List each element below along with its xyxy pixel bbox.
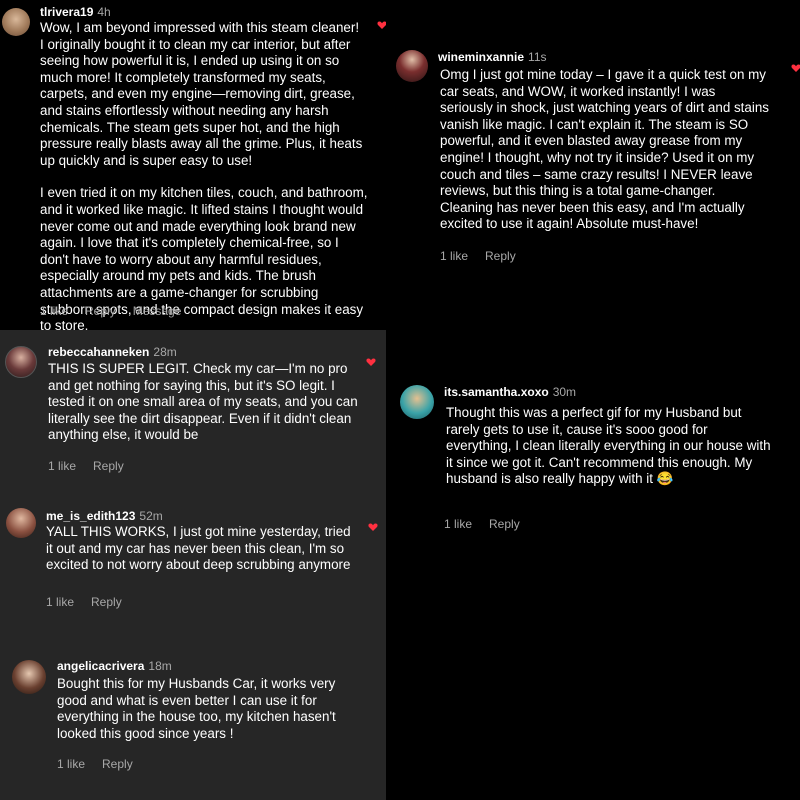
comment-text: THIS IS SUPER LEGIT. Check my car—I'm no… [48, 361, 360, 444]
avatar[interactable] [5, 346, 37, 378]
avatar[interactable] [396, 50, 428, 82]
avatar[interactable] [400, 385, 434, 419]
comment-time: 18m [148, 659, 172, 673]
comment-wineminxannie: wineminxannie 11s Omg I just got mine tod… [386, 0, 800, 330]
comment-author[interactable]: rebeccahanneken 28m [48, 345, 177, 359]
heart-icon[interactable] [366, 357, 376, 367]
comment-text: Bought this for my Husbands Car, it work… [57, 676, 357, 742]
comment-paragraph: YALL THIS WORKS, I just got mine yesterd… [46, 524, 351, 573]
comment-actions: 1 like Reply Message [40, 304, 198, 318]
reply-button[interactable]: Reply [91, 595, 122, 609]
comment-time: 52m [139, 509, 163, 523]
likes-count[interactable]: 1 like [40, 304, 68, 318]
reply-button[interactable]: Reply [489, 517, 520, 531]
reply-button[interactable]: Reply [485, 249, 516, 263]
comment-actions: 1 like Reply [440, 249, 533, 263]
comment-actions: 1 like Reply [46, 595, 139, 609]
comment-time: 11s [528, 50, 547, 64]
comment-actions: 1 like Reply [444, 517, 537, 531]
comment-author[interactable]: angelicacrivera 18m [57, 659, 172, 673]
comment-time: 30m [552, 385, 577, 399]
comment-text: Omg I just got mine today – I gave it a … [440, 67, 770, 233]
comment-tlrivera19: tlrivera19 4h Wow, I am beyond impressed … [0, 0, 386, 330]
likes-count[interactable]: 1 like [48, 459, 76, 473]
comment-text: Wow, I am beyond impressed with this ste… [40, 20, 370, 330]
avatar[interactable] [6, 508, 36, 538]
comment-paragraph: Thought this was a perfect gif for my Hu… [446, 405, 771, 487]
avatar[interactable] [12, 660, 46, 694]
heart-icon[interactable] [368, 522, 378, 532]
comment-angelicacrivera: angelicacrivera 18m Bought this for my Hu… [0, 622, 386, 800]
comment-author[interactable]: wineminxannie 11s [438, 50, 547, 64]
comment-paragraph: Wow, I am beyond impressed with this ste… [40, 20, 363, 168]
comment-paragraph: Bought this for my Husbands Car, it work… [57, 676, 336, 741]
comment-text: Thought this was a perfect gif for my Hu… [446, 405, 776, 488]
likes-count[interactable]: 1 like [444, 517, 472, 531]
comment-time: 4h [97, 5, 111, 19]
likes-count[interactable]: 1 like [46, 595, 74, 609]
comment-me-is-edith123: me_is_edith123 52m YALL THIS WORKS, I jus… [0, 482, 386, 622]
comment-author[interactable]: me_is_edith123 52m [46, 509, 163, 523]
likes-count[interactable]: 1 like [440, 249, 468, 263]
reply-button[interactable]: Reply [93, 459, 124, 473]
heart-icon[interactable] [377, 20, 386, 30]
comment-paragraph: THIS IS SUPER LEGIT. Check my car—I'm no… [48, 361, 358, 443]
heart-icon[interactable] [791, 63, 800, 73]
comment-time: 28m [153, 345, 177, 359]
comment-actions: 1 like Reply [48, 459, 141, 473]
reply-button[interactable]: Reply [102, 757, 133, 771]
message-button[interactable]: Message [133, 304, 182, 318]
comment-paragraph: Omg I just got mine today – I gave it a … [440, 67, 769, 232]
comment-author[interactable]: its.samantha.xoxo 30m [444, 385, 576, 399]
comment-actions: 1 like Reply [57, 757, 150, 771]
comment-rebeccahanneken: rebeccahanneken 28m THIS IS SUPER LEGIT. … [0, 330, 386, 482]
comment-its-samantha-xoxo: its.samantha.xoxo 30m Thought this was a … [386, 330, 800, 800]
comment-author[interactable]: tlrivera19 4h [40, 5, 111, 19]
likes-count[interactable]: 1 like [57, 757, 85, 771]
reply-button[interactable]: Reply [85, 304, 116, 318]
comment-text: YALL THIS WORKS, I just got mine yesterd… [46, 524, 356, 574]
avatar[interactable] [2, 8, 30, 36]
